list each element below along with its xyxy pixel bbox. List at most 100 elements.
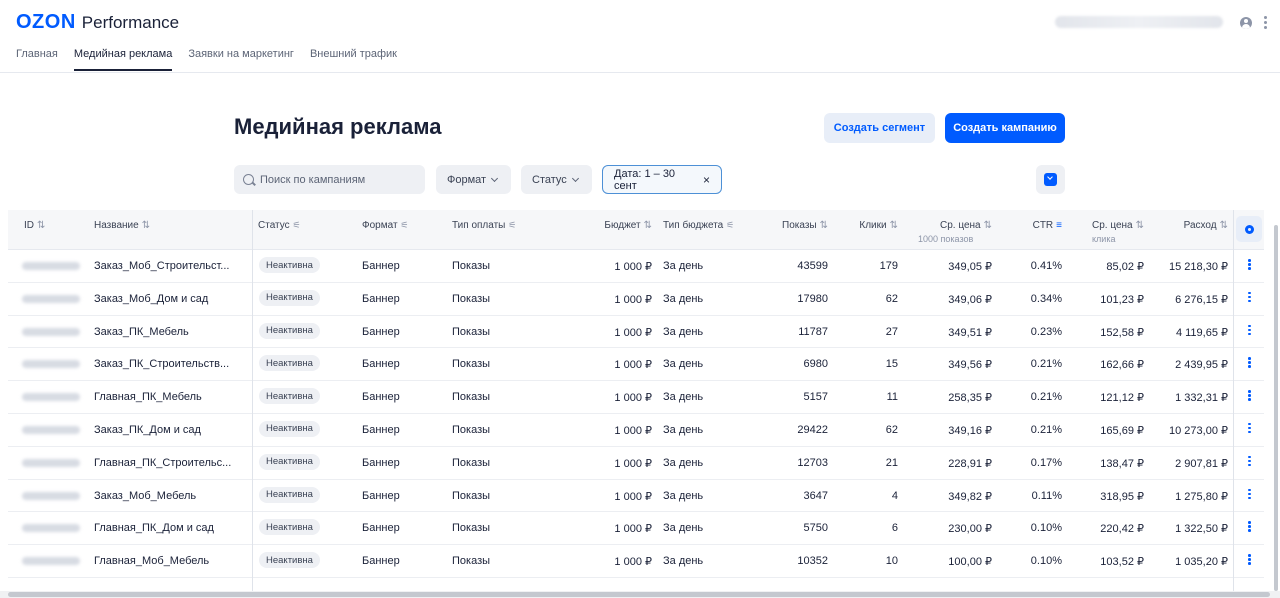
- cell-budget: 1 000 ₽: [614, 392, 652, 405]
- table-settings-button[interactable]: [1236, 216, 1262, 242]
- cell-format: Баннер: [362, 325, 400, 338]
- sort-icon[interactable]: ⇅: [142, 220, 150, 231]
- account-name-blurred[interactable]: [1055, 16, 1223, 28]
- search-input[interactable]: [260, 173, 420, 186]
- cell-format: Баннер: [362, 522, 400, 535]
- scroll-thumb[interactable]: [8, 592, 1270, 597]
- header-payment-type[interactable]: Тип оплаты ⚟: [452, 220, 516, 231]
- table-row[interactable]: Неактивна Заказ_ПК_Строительств... Баннер П…: [8, 348, 1264, 382]
- table-row[interactable]: Неактивна Главная_ПК_Дом и сад Баннер Показ…: [8, 512, 1264, 546]
- header-clicks[interactable]: Клики ⇅: [838, 220, 898, 231]
- user-icon[interactable]: [1240, 17, 1252, 29]
- format-filter-label: Формат: [447, 173, 487, 186]
- table-row[interactable]: Неактивна Главная_ПК_Строительс... Баннер П…: [8, 447, 1264, 480]
- cell-budget: 1 000 ₽: [614, 556, 652, 569]
- header-avg-click[interactable]: Ср. цена ⇅ клика: [1072, 220, 1144, 244]
- cell-name[interactable]: Главная_Моб_Мебель: [94, 555, 209, 567]
- filter-icon[interactable]: ⚟: [293, 220, 301, 231]
- create-segment-button[interactable]: Создать сегмент: [824, 113, 935, 143]
- header-budget-type[interactable]: Тип бюджета ⚟: [663, 220, 734, 231]
- cell-name[interactable]: Заказ_ПК_Дом и сад: [94, 424, 201, 436]
- sort-icon[interactable]: ⇅: [37, 220, 45, 231]
- table-body: Неактивна Заказ_Моб_Строительст... Баннер П…: [8, 250, 1264, 578]
- sort-icon[interactable]: ⇅: [1136, 220, 1144, 231]
- campaign-id-blurred: [22, 294, 80, 303]
- row-menu-icon[interactable]: [1248, 488, 1252, 501]
- row-menu-icon[interactable]: [1248, 521, 1252, 533]
- campaigns-table: ID ⇅ Название ⇅ Статус ⚟ Формат ⚟ Тип оплаты…: [8, 210, 1264, 598]
- cell-avg-click: 101,23 ₽: [1100, 293, 1144, 306]
- campaign-id-blurred: [22, 491, 80, 500]
- cell-name[interactable]: Главная_ПК_Мебель: [94, 391, 202, 403]
- cell-budget-type: За день: [663, 292, 704, 305]
- cell-impressions: 29422: [797, 423, 828, 436]
- tab-home[interactable]: Главная: [16, 48, 58, 71]
- cell-payment: Показы: [452, 489, 491, 502]
- filter-icon[interactable]: ⚟: [726, 220, 734, 231]
- create-campaign-button[interactable]: Создать кампанию: [945, 113, 1065, 143]
- tab-external-traffic[interactable]: Внешний трафик: [310, 48, 397, 71]
- row-menu-icon[interactable]: [1248, 422, 1252, 435]
- table-row[interactable]: Неактивна Заказ_Моб_Мебель Баннер Показы 1 0…: [8, 480, 1264, 513]
- header-impressions[interactable]: Показы ⇅: [760, 220, 828, 231]
- cell-name[interactable]: Заказ_ПК_Мебель: [94, 326, 189, 338]
- cell-name[interactable]: Заказ_Моб_Дом и сад: [94, 293, 208, 305]
- table-row[interactable]: Неактивна Главная_ПК_Мебель Баннер Показы 1 …: [8, 381, 1264, 414]
- cell-name[interactable]: Главная_ПК_Строительс...: [94, 457, 231, 469]
- cell-name[interactable]: Заказ_Моб_Мебель: [94, 490, 196, 502]
- status-badge: Неактивна: [259, 519, 320, 536]
- logo-performance: Performance: [81, 13, 180, 32]
- top-bar: OZON Performance: [0, 0, 1280, 44]
- sort-icon[interactable]: ⇅: [1220, 220, 1228, 231]
- horizontal-scrollbar[interactable]: [0, 591, 1280, 598]
- table-row[interactable]: Неактивна Заказ_Моб_Дом и сад Баннер Показы…: [8, 283, 1264, 316]
- chevron-down-icon: [491, 174, 499, 182]
- table-row[interactable]: Неактивна Главная_Моб_Мебель Баннер Показы 1…: [8, 545, 1264, 578]
- status-badge: Неактивна: [259, 257, 320, 273]
- row-menu-icon[interactable]: [1248, 291, 1252, 304]
- close-icon[interactable]: ×: [703, 173, 710, 187]
- download-button[interactable]: [1036, 165, 1065, 194]
- row-menu-icon[interactable]: [1248, 390, 1252, 402]
- vertical-scrollbar[interactable]: [1274, 225, 1278, 591]
- cell-impressions: 5157: [803, 391, 828, 404]
- header-id[interactable]: ID ⇅: [24, 220, 45, 231]
- header-budget[interactable]: Бюджет ⇅: [588, 220, 652, 231]
- sort-desc-icon[interactable]: ≡: [1056, 220, 1062, 231]
- row-menu-icon[interactable]: [1248, 357, 1252, 369]
- status-filter-dropdown[interactable]: Статус: [521, 165, 592, 194]
- header-ctr-label: CTR: [1032, 220, 1054, 231]
- cell-name[interactable]: Заказ_ПК_Строительств...: [94, 358, 229, 370]
- sort-icon[interactable]: ⇅: [820, 220, 828, 231]
- cell-budget-type: За день: [663, 423, 704, 436]
- cell-avg-click: 220,42 ₽: [1100, 523, 1144, 536]
- cell-ctr: 0.23%: [1030, 325, 1062, 338]
- row-menu-icon[interactable]: [1248, 259, 1252, 271]
- header-format[interactable]: Формат ⚟: [362, 220, 409, 231]
- row-menu-icon[interactable]: [1248, 324, 1252, 337]
- row-menu-icon[interactable]: [1248, 554, 1252, 566]
- header-status[interactable]: Статус ⚟: [258, 220, 301, 231]
- cell-name[interactable]: Главная_ПК_Дом и сад: [94, 522, 214, 534]
- more-vertical-icon[interactable]: [1264, 16, 1268, 30]
- header-name[interactable]: Название ⇅: [94, 220, 150, 231]
- filter-icon[interactable]: ⚟: [401, 220, 409, 231]
- sort-icon[interactable]: ⇅: [890, 220, 898, 231]
- sort-icon[interactable]: ⇅: [984, 220, 992, 231]
- row-menu-icon[interactable]: [1248, 455, 1252, 468]
- table-row[interactable]: Неактивна Заказ_ПК_Дом и сад Баннер Показы 1…: [8, 414, 1264, 447]
- format-filter-dropdown[interactable]: Формат: [436, 165, 511, 194]
- table-row[interactable]: Неактивна Заказ_ПК_Мебель Баннер Показы 1 00…: [8, 316, 1264, 349]
- tab-media-ads[interactable]: Медийная реклама: [73, 48, 173, 71]
- header-ctr[interactable]: CTR ≡: [1008, 220, 1062, 231]
- campaign-search[interactable]: [234, 165, 425, 194]
- header-spend[interactable]: Расход ⇅: [1154, 220, 1228, 231]
- table-row[interactable]: Неактивна Заказ_Моб_Строительст... Баннер П…: [8, 250, 1264, 283]
- cell-name[interactable]: Заказ_Моб_Строительст...: [94, 260, 229, 272]
- date-filter-chip[interactable]: Дата: 1 – 30 сент ×: [602, 165, 722, 194]
- ozon-performance-logo[interactable]: OZON Performance: [16, 11, 179, 34]
- sort-icon[interactable]: ⇅: [644, 220, 652, 231]
- filter-icon[interactable]: ⚟: [508, 220, 516, 231]
- header-avg-price[interactable]: Ср. цена ⇅ 1000 показов: [902, 220, 992, 244]
- tab-marketing-requests[interactable]: Заявки на маркетинг: [188, 48, 294, 71]
